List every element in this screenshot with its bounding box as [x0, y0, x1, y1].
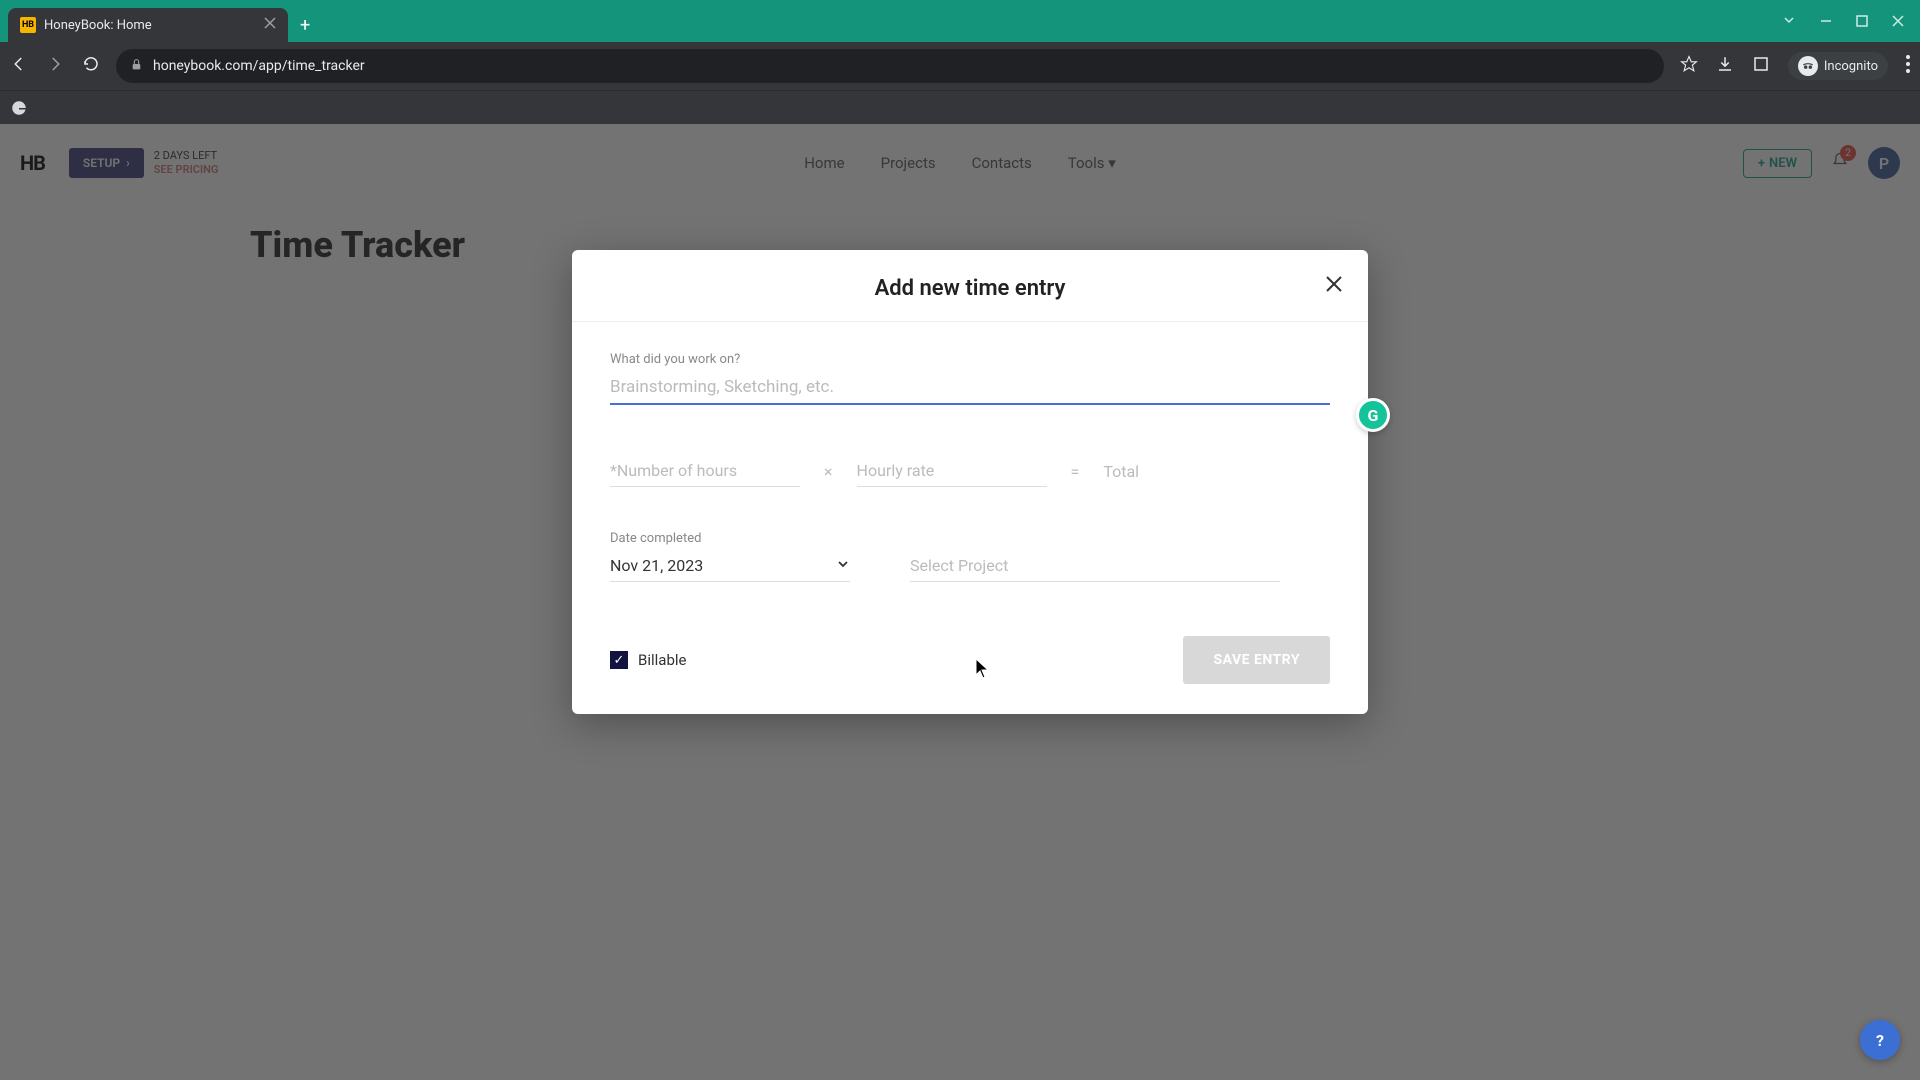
lock-icon — [130, 58, 143, 75]
mouse-cursor — [976, 659, 990, 683]
equals-icon: = — [1071, 462, 1080, 481]
date-select[interactable]: Nov 21, 2023 — [610, 550, 850, 582]
google-bookmark-icon[interactable] — [10, 99, 28, 117]
work-input[interactable] — [610, 371, 1330, 405]
help-button[interactable]: ? — [1860, 1020, 1900, 1060]
bookmark-star-icon[interactable] — [1680, 55, 1698, 77]
bookmark-bar — [0, 90, 1920, 124]
work-label: What did you work on? — [610, 352, 1330, 367]
maximize-icon[interactable] — [1856, 12, 1868, 31]
hours-input[interactable] — [610, 455, 800, 487]
address-bar: honeybook.com/app/time_tracker Incognito — [0, 42, 1920, 90]
tab-title: HoneyBook: Home — [44, 18, 152, 33]
incognito-icon — [1798, 56, 1818, 76]
project-select[interactable]: Select Project — [910, 550, 1280, 582]
checkbox-icon: ✓ — [610, 651, 628, 669]
close-tab-icon[interactable] — [264, 17, 276, 33]
grammarly-icon[interactable]: G — [1356, 398, 1390, 432]
date-value: Nov 21, 2023 — [610, 556, 703, 575]
forward-icon[interactable] — [46, 55, 64, 77]
window-controls — [1782, 12, 1912, 31]
close-modal-button[interactable] — [1324, 272, 1344, 300]
billable-checkbox[interactable]: ✓ Billable — [610, 651, 686, 669]
favicon-icon: HB — [20, 17, 36, 33]
browser-tab[interactable]: HB HoneyBook: Home — [8, 8, 288, 42]
total-label: Total — [1103, 462, 1139, 481]
incognito-badge[interactable]: Incognito — [1788, 52, 1888, 80]
rate-input[interactable] — [857, 455, 1047, 487]
download-icon[interactable] — [1716, 55, 1734, 77]
multiply-icon: × — [824, 462, 833, 481]
save-entry-button[interactable]: SAVE ENTRY — [1183, 636, 1330, 684]
modal-title: Add new time entry — [602, 276, 1338, 301]
chevron-down-icon[interactable] — [1782, 12, 1796, 31]
back-icon[interactable] — [10, 55, 28, 77]
url-text: honeybook.com/app/time_tracker — [153, 58, 365, 74]
billable-label: Billable — [638, 651, 686, 669]
browser-tab-strip: HB HoneyBook: Home + — [0, 0, 1920, 42]
minimize-icon[interactable] — [1820, 12, 1832, 31]
new-tab-button[interactable]: + — [300, 8, 310, 42]
chevron-down-icon — [836, 556, 850, 575]
extension-icon[interactable] — [1752, 55, 1770, 77]
date-label: Date completed — [610, 531, 850, 546]
close-window-icon[interactable] — [1892, 12, 1904, 31]
reload-icon[interactable] — [82, 55, 100, 77]
url-input[interactable]: honeybook.com/app/time_tracker — [116, 49, 1664, 83]
time-entry-modal: Add new time entry What did you work on?… — [572, 250, 1368, 714]
app-viewport: HB SETUP › 2 DAYS LEFT SEE PRICING Home … — [0, 124, 1920, 1080]
menu-dots-icon[interactable] — [1906, 55, 1910, 77]
calculation-row: × = Total — [610, 455, 1330, 487]
